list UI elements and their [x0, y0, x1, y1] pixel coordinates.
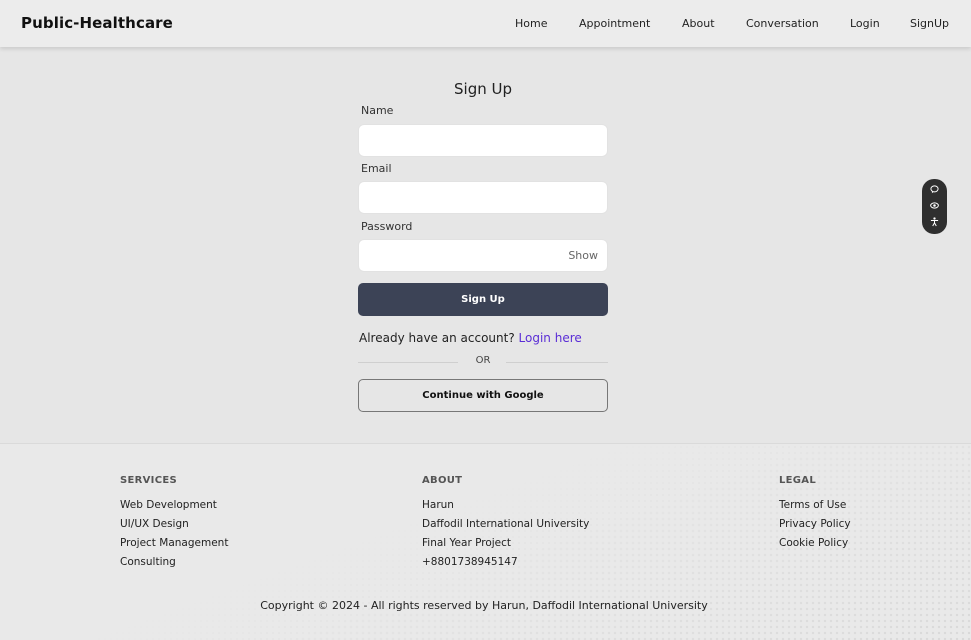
- nav-about-link[interactable]: About: [682, 17, 715, 30]
- google-signin-button[interactable]: Continue with Google: [358, 379, 608, 412]
- footer-about-column: ABOUT Harun Daffodil International Unive…: [422, 475, 589, 572]
- accessibility-icon[interactable]: [922, 217, 947, 230]
- show-password-button[interactable]: Show: [568, 249, 598, 262]
- login-prompt-text: Already have an account?: [359, 331, 515, 345]
- footer-link-consulting[interactable]: Consulting: [120, 553, 228, 572]
- login-here-link[interactable]: Login here: [519, 331, 582, 345]
- footer-legal-heading: LEGAL: [779, 475, 817, 486]
- nav-signup-link[interactable]: SignUp: [910, 17, 949, 30]
- or-divider: OR: [358, 355, 608, 369]
- footer-link-terms-of-use[interactable]: Terms of Use: [779, 496, 851, 515]
- footer: SERVICES Web Development UI/UX Design Pr…: [0, 443, 971, 640]
- form-title: Sign Up: [454, 80, 512, 98]
- footer-services-heading: SERVICES: [120, 475, 177, 486]
- nav-links: Home Appointment About Conversation Logi…: [0, 17, 971, 33]
- password-label: Password: [361, 220, 413, 233]
- footer-services-column: SERVICES Web Development UI/UX Design Pr…: [120, 475, 228, 572]
- chat-icon[interactable]: [922, 185, 947, 197]
- password-field[interactable]: Show: [358, 239, 608, 272]
- footer-link-cookie-policy[interactable]: Cookie Policy: [779, 534, 851, 553]
- email-label: Email: [361, 162, 392, 175]
- name-label: Name: [361, 104, 394, 117]
- footer-link-uiux-design[interactable]: UI/UX Design: [120, 515, 228, 534]
- navbar: Public-Healthcare Home Appointment About…: [0, 0, 971, 47]
- copyright-text: Copyright © 2024 - All rights reserved b…: [260, 599, 708, 612]
- nav-login-link[interactable]: Login: [850, 17, 880, 30]
- footer-link-web-development[interactable]: Web Development: [120, 496, 228, 515]
- footer-link-project-management[interactable]: Project Management: [120, 534, 228, 553]
- floating-widget: [922, 179, 947, 234]
- eye-icon[interactable]: [922, 201, 947, 213]
- email-input[interactable]: [358, 181, 608, 214]
- nav-appointment-link[interactable]: Appointment: [579, 17, 650, 30]
- footer-link-privacy-policy[interactable]: Privacy Policy: [779, 515, 851, 534]
- footer-about-university: Daffodil International University: [422, 518, 590, 530]
- or-text: OR: [475, 355, 491, 366]
- footer-about-project: Final Year Project: [422, 537, 512, 549]
- name-input[interactable]: [358, 124, 608, 157]
- login-prompt: Already have an account? Login here: [359, 331, 582, 345]
- footer-about-phone: +8801738945147: [422, 556, 518, 568]
- footer-about-name: Harun: [422, 499, 454, 511]
- footer-about-heading: ABOUT: [422, 475, 463, 486]
- footer-legal-column: LEGAL Terms of Use Privacy Policy Cookie…: [779, 475, 851, 553]
- nav-conversation-link[interactable]: Conversation: [746, 17, 819, 30]
- nav-home-link[interactable]: Home: [515, 17, 547, 30]
- signup-button[interactable]: Sign Up: [358, 283, 608, 316]
